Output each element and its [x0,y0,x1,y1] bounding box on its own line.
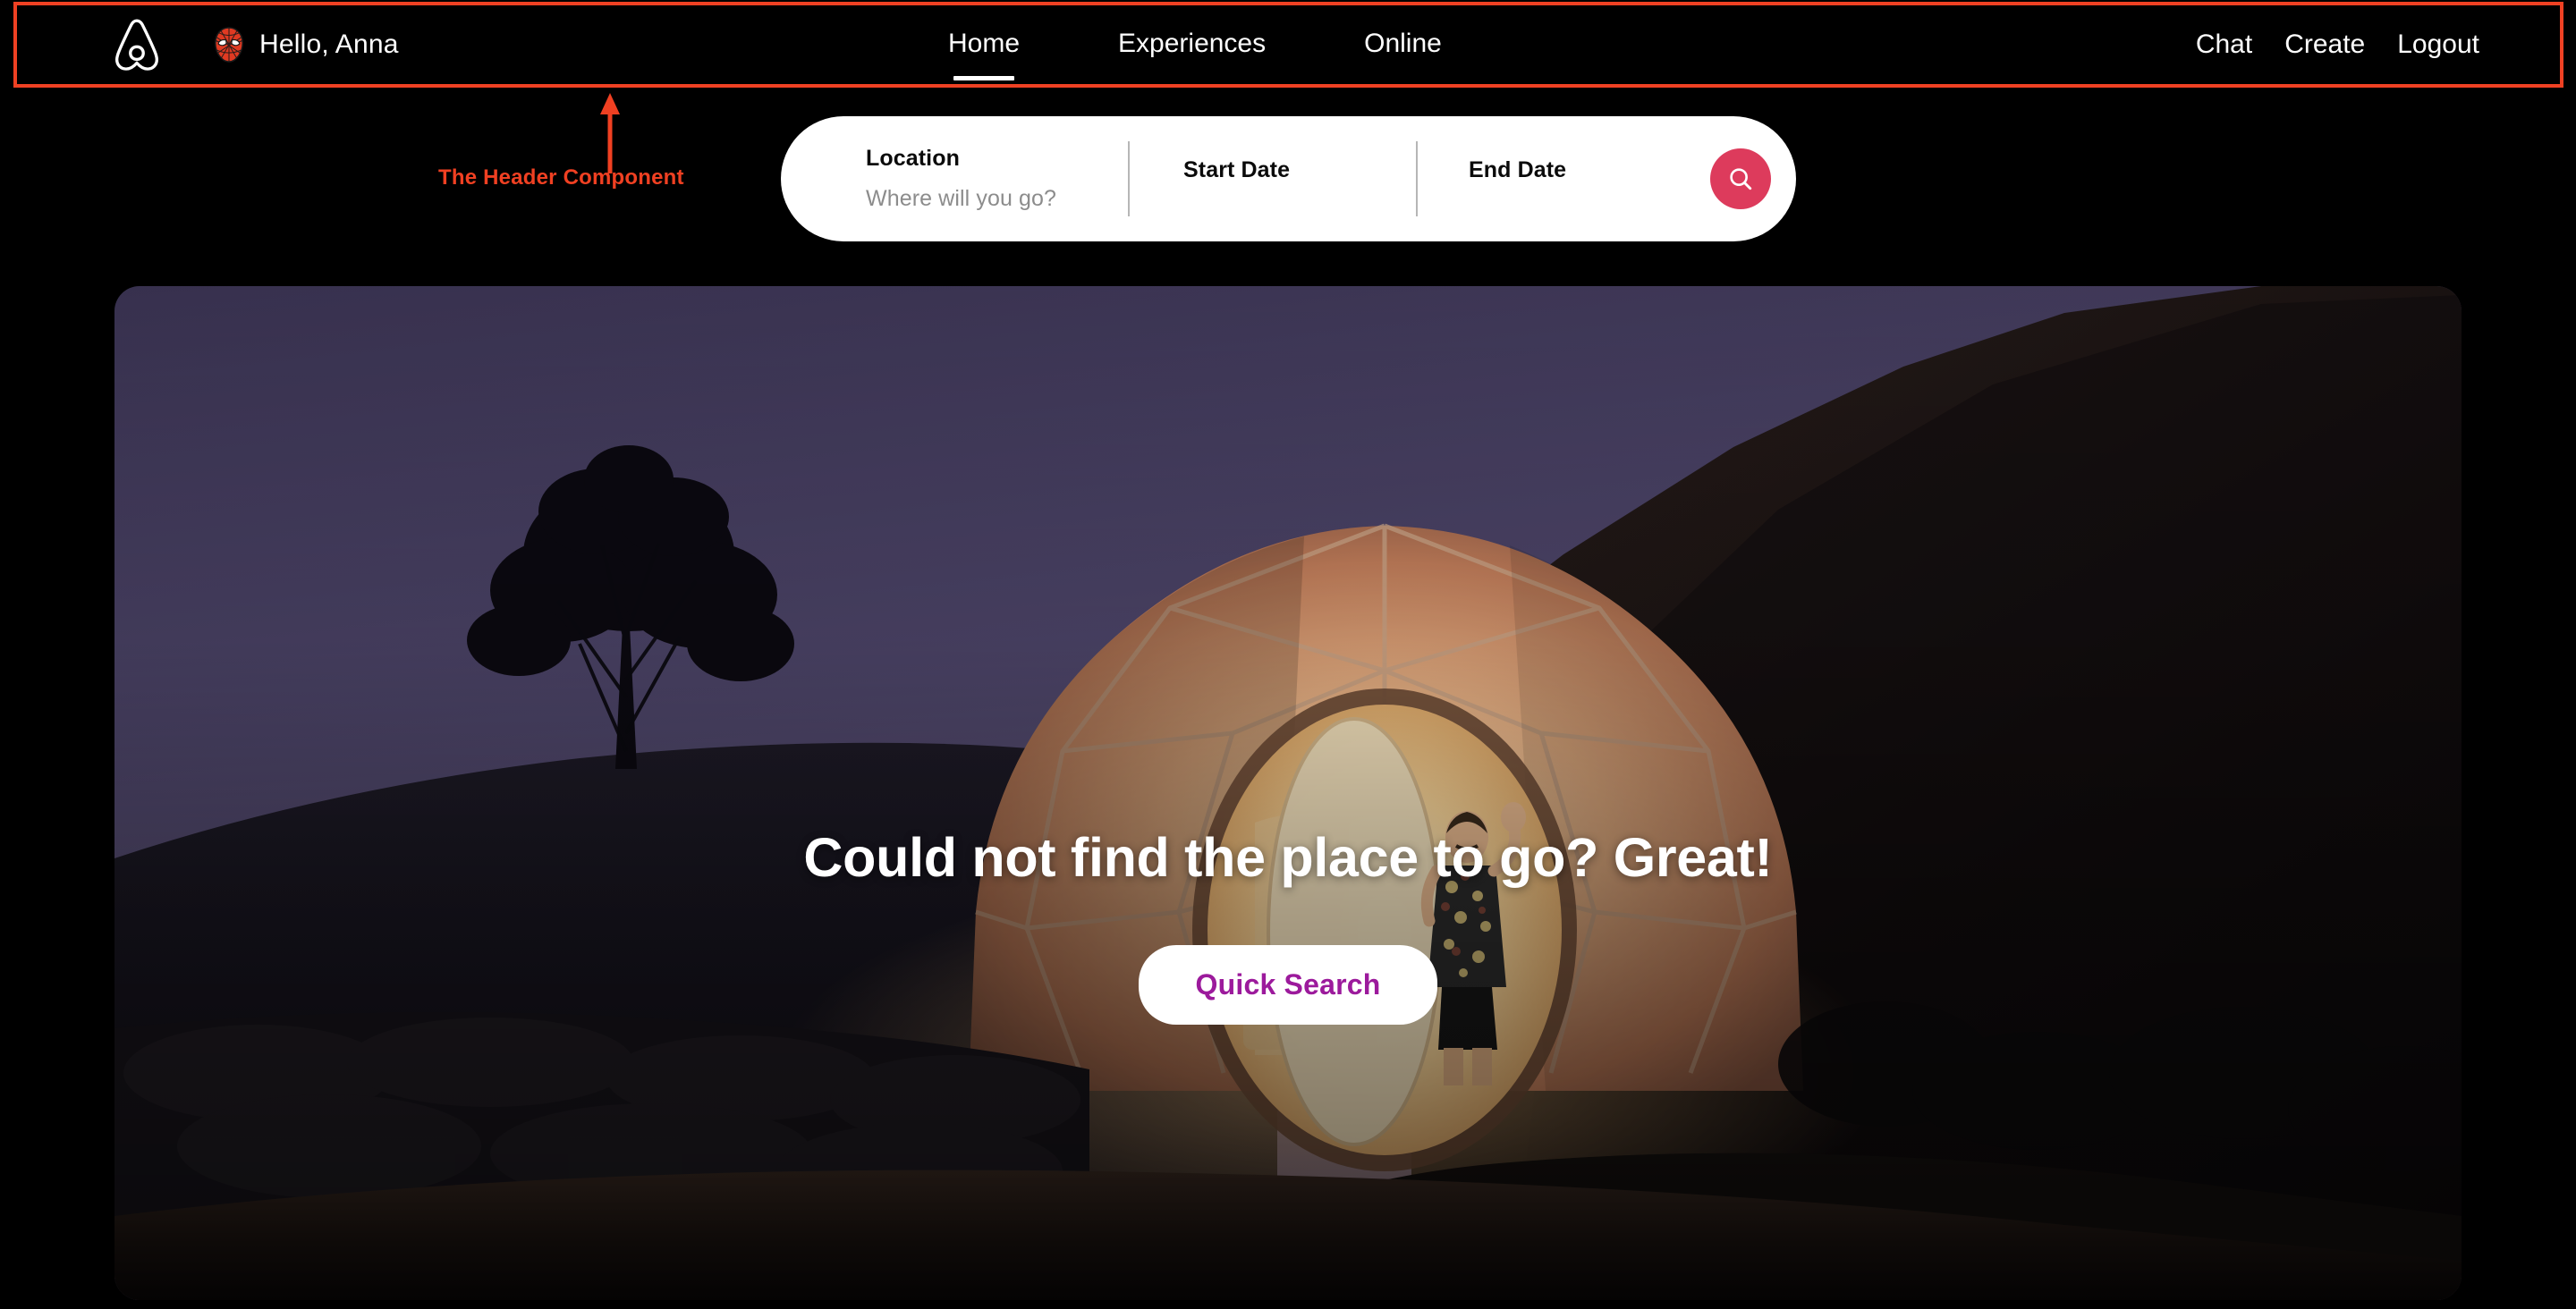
nav-item-chat[interactable]: Chat [2196,30,2252,60]
location-input[interactable]: Where will you go? [866,188,1128,210]
nav-item-create[interactable]: Create [2284,30,2365,60]
annotation-callout: The Header Component [438,165,684,190]
location-label: Location [866,146,960,171]
spiderman-mask-avatar-icon[interactable] [163,27,245,63]
search-submit-button[interactable] [1710,148,1771,209]
search-field-start-date[interactable]: Start Date [1130,116,1416,241]
nav-item-logout[interactable]: Logout [2397,30,2479,60]
hero-title: Could not find the place to go? Great! [803,827,1773,888]
search-field-location[interactable]: Location Where will you go? [781,116,1128,241]
annotation-label: The Header Component [438,165,684,190]
nav-item-online[interactable]: Online [1364,29,1442,61]
user-greeting: Hello, Anna [259,30,399,59]
hero-banner: Could not find the place to go? Great! Q… [114,286,2462,1300]
brand-area: Hello, Anna [107,0,399,89]
start-date-label: Start Date [1183,156,1291,182]
header-component: Hello, Anna Home Experiences Online Chat… [0,0,2576,89]
app-root: Hello, Anna Home Experiences Online Chat… [0,0,2576,1309]
quick-search-button[interactable]: Quick Search [1138,944,1438,1025]
end-date-label: End Date [1469,156,1567,182]
up-arrow-icon [600,93,620,173]
search-icon [1730,168,1752,190]
hero-content: Could not find the place to go? Great! Q… [114,821,2462,1025]
account-navigation: Chat Create Logout [2196,0,2479,89]
search-bar: Location Where will you go? Start Date E… [781,116,1796,241]
main-navigation: Home Experiences Online [948,0,1442,89]
airbnb-belo-logo-icon[interactable] [107,17,163,72]
hero-overlay-scrim [114,286,2462,1300]
nav-item-home[interactable]: Home [948,29,1020,80]
nav-item-experiences[interactable]: Experiences [1118,29,1266,61]
search-field-end-date[interactable]: End Date [1418,116,1686,241]
